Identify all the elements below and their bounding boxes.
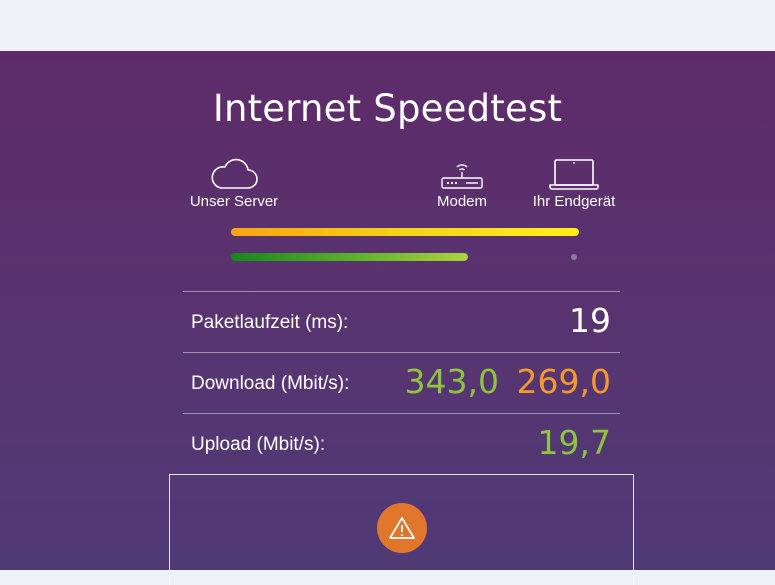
warning-badge [377,503,427,553]
upload-label: Upload (Mbit/s): [191,434,326,455]
download-label: Download (Mbit/s): [191,373,350,394]
cloud-icon [211,158,258,189]
download-value-current: 343,0 [404,362,499,401]
page-title: Internet Speedtest [212,87,563,130]
server-label: Unser Server [189,193,279,210]
current-speed-bar [231,253,468,261]
upload-row: Upload (Mbit/s): 19,7 [183,413,620,474]
top-bar [0,0,775,51]
modem-icon [441,164,483,189]
progress-end-dot [571,254,577,260]
info-box [169,474,634,585]
download-row: Download (Mbit/s): 343,0 269,0 [183,352,620,413]
results-table: Paketlaufzeit (ms): 19 Download (Mbit/s)… [183,291,620,474]
ping-label: Paketlaufzeit (ms): [191,312,349,333]
upload-value: 19,7 [537,423,611,462]
laptop-icon [549,159,599,190]
speedtest-panel: Internet Speedtest Unser Server Modem Ih… [0,51,775,585]
device-node: Ihr Endgerät [528,157,620,210]
modem-label: Modem [436,193,488,210]
download-value-max: 269,0 [516,362,611,401]
modem-node: Modem [426,161,498,210]
warning-icon [389,517,415,539]
ping-value: 19 [569,301,611,340]
device-label: Ihr Endgerät [532,193,616,210]
server-node: Unser Server [180,157,288,210]
ping-row: Paketlaufzeit (ms): 19 [183,291,620,352]
max-speed-bar [231,228,579,236]
